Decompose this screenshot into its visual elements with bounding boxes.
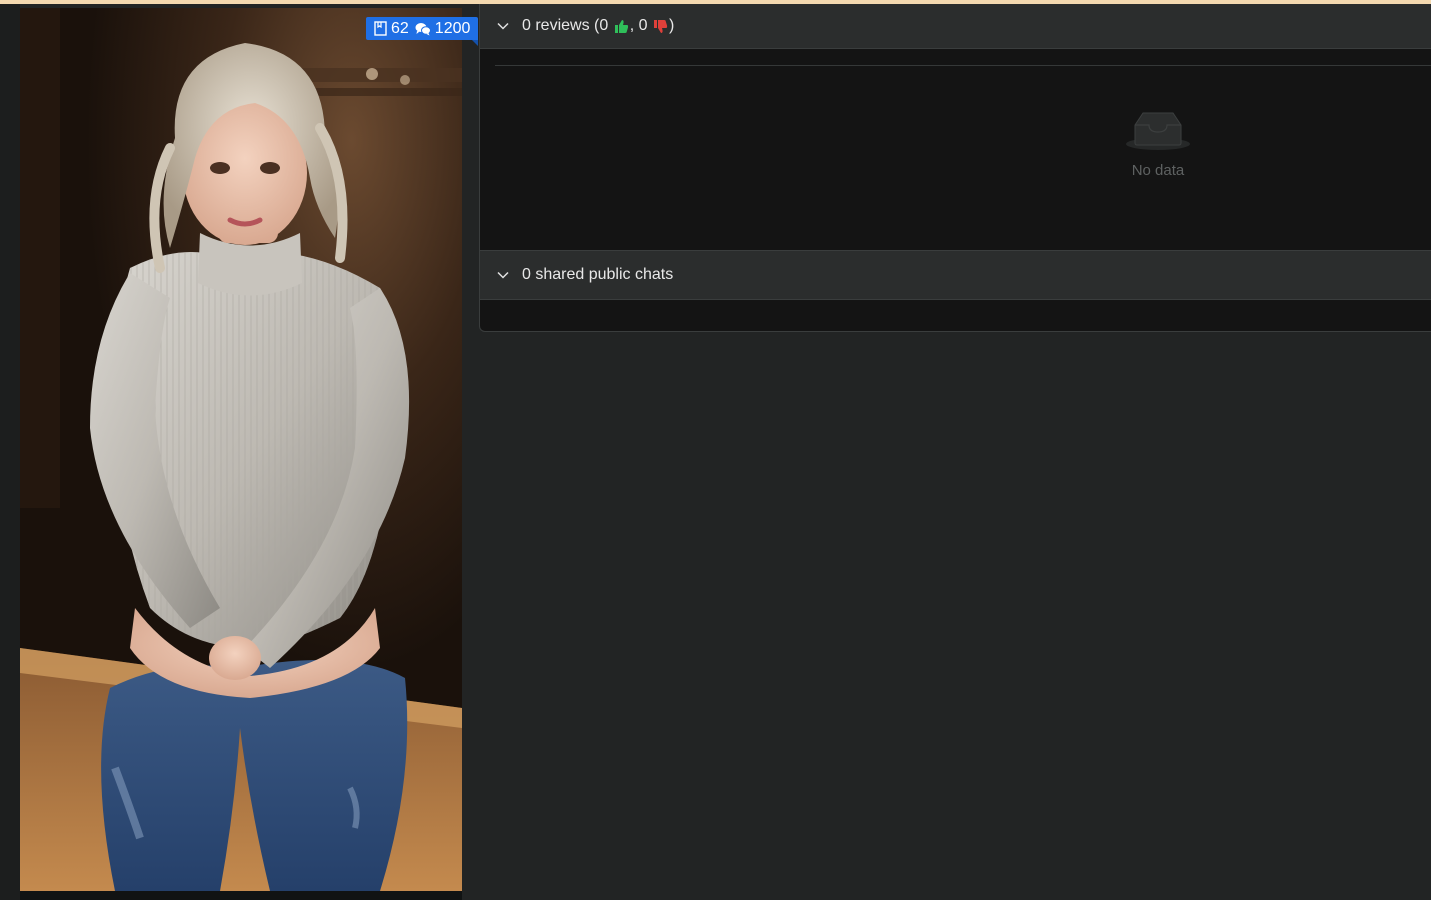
thumbs-down-icon: [653, 19, 668, 34]
character-details-panel: 0 reviews (0 , 0 ) No data 0 shared publ…: [479, 4, 1431, 332]
chats-count: 1200: [434, 19, 471, 37]
chevron-down-icon[interactable]: [496, 268, 510, 282]
reviews-divider: [495, 65, 1431, 66]
reviews-collapse-header[interactable]: 0 reviews (0 , 0 ): [480, 4, 1431, 49]
reviews-prefix: 0 reviews (0: [522, 17, 613, 34]
character-stats-badge: 62 1200: [366, 17, 479, 46]
shared-chats-label: 0 shared public chats: [522, 266, 674, 283]
reviews-empty-state: No data: [1122, 109, 1194, 179]
character-illustration: [20, 8, 462, 891]
bookmark-icon: [374, 21, 387, 36]
reviews-body: No data: [480, 49, 1431, 250]
reviews-suffix: ): [668, 17, 675, 34]
chat-bubbles-icon: [415, 22, 431, 36]
reviews-summary: 0 reviews (0 , 0 ): [522, 17, 674, 35]
left-gutter: [0, 4, 20, 900]
character-image[interactable]: [20, 8, 462, 891]
shared-chats-collapse-header[interactable]: 0 shared public chats: [480, 250, 1431, 300]
image-bottom-edge: [20, 891, 462, 900]
reviews-separator: , 0: [629, 17, 652, 34]
chevron-down-icon[interactable]: [496, 19, 510, 33]
thumbs-up-icon: [614, 19, 629, 34]
messages-count: 62: [391, 19, 409, 37]
inbox-icon: [1125, 109, 1191, 156]
empty-text: No data: [1131, 162, 1185, 179]
